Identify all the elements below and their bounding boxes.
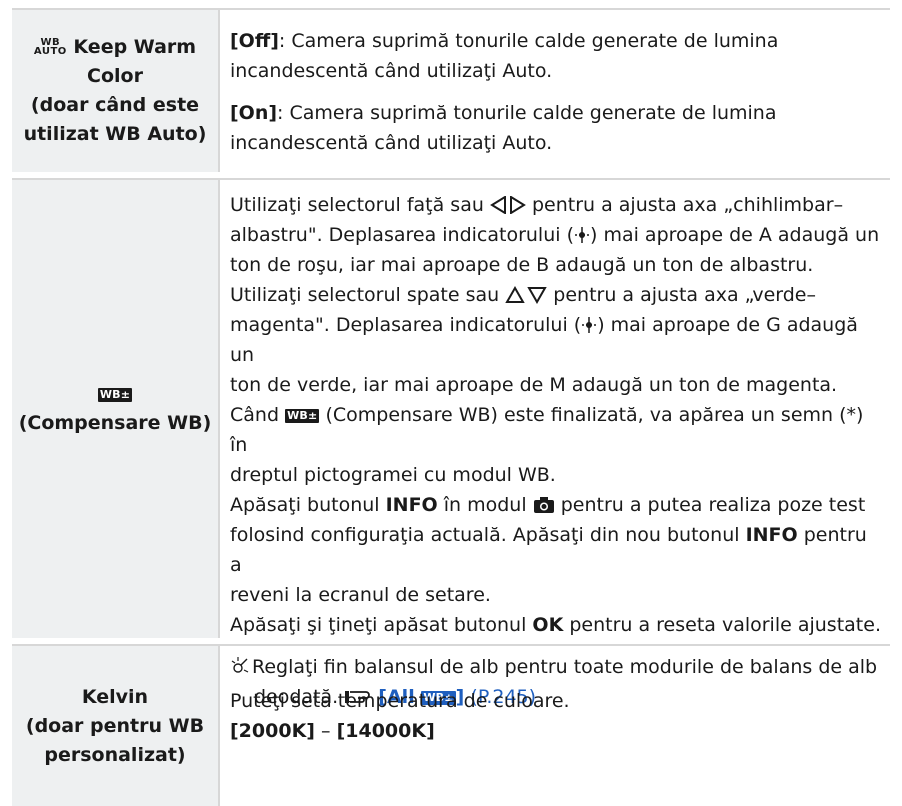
column-divider (218, 646, 220, 806)
up-down-arrows-icon (505, 285, 547, 305)
kelvin-desc: Puteţi seta temperatura de culoare. (230, 690, 570, 712)
column-divider (218, 180, 220, 638)
kelvin-sub2: personalizat) (44, 743, 186, 766)
row-desc-keep-warm: [Off]: Camera suprimă tonurile calde gen… (230, 26, 884, 158)
column-divider (218, 10, 220, 172)
camera-icon (533, 497, 554, 513)
kelvin-sub1: (doar pentru WB (25, 714, 205, 737)
row-desc-wb-compensation: Utilizaţi selectorul faţă sau pentru a a… (230, 190, 884, 712)
row-label-kelvin: Kelvin (doar pentru WB personalizat) (12, 646, 218, 806)
row-wb-compensation: WB± (Compensare WB) Utilizaţi selectorul… (12, 178, 890, 708)
keep-warm-title2: Color (87, 65, 143, 87)
row-desc-kelvin: Puteţi seta temperatura de culoare. [200… (230, 686, 884, 746)
kelvin-title: Kelvin (81, 685, 149, 708)
indicator-icon (582, 317, 597, 333)
indicator-icon (575, 227, 589, 243)
keep-warm-sub1: (doar când este (30, 94, 200, 116)
wb-compensation-icon: WB± (285, 409, 320, 423)
wb-auto-icon: WB AUTO (33, 37, 67, 57)
wb-compensation-icon: WB± (97, 388, 133, 402)
row-label-wb-compensation: WB± (Compensare WB) (12, 180, 218, 638)
desc-front-dial: Utilizaţi selectorul faţă sau pentru a a… (230, 194, 881, 636)
kelvin-range: [2000K] – [14000K] (230, 720, 435, 742)
keep-warm-title: Keep Warm (73, 36, 197, 58)
left-right-arrows-icon (490, 195, 526, 215)
row-kelvin: Kelvin (doar pentru WB personalizat) Put… (12, 644, 890, 806)
wb-compensation-title: (Compensare WB) (18, 412, 212, 434)
row-label-keep-warm: WB AUTO Keep Warm Color (doar când este u… (12, 10, 218, 172)
keep-warm-sub2: utilizat WB Auto) (23, 123, 207, 145)
row-keep-warm-color: WB AUTO Keep Warm Color (doar când este u… (12, 8, 890, 172)
option-on: [On]: Camera suprimă tonurile calde gene… (230, 102, 777, 154)
option-off: [Off]: Camera suprimă tonurile calde gen… (230, 30, 779, 82)
